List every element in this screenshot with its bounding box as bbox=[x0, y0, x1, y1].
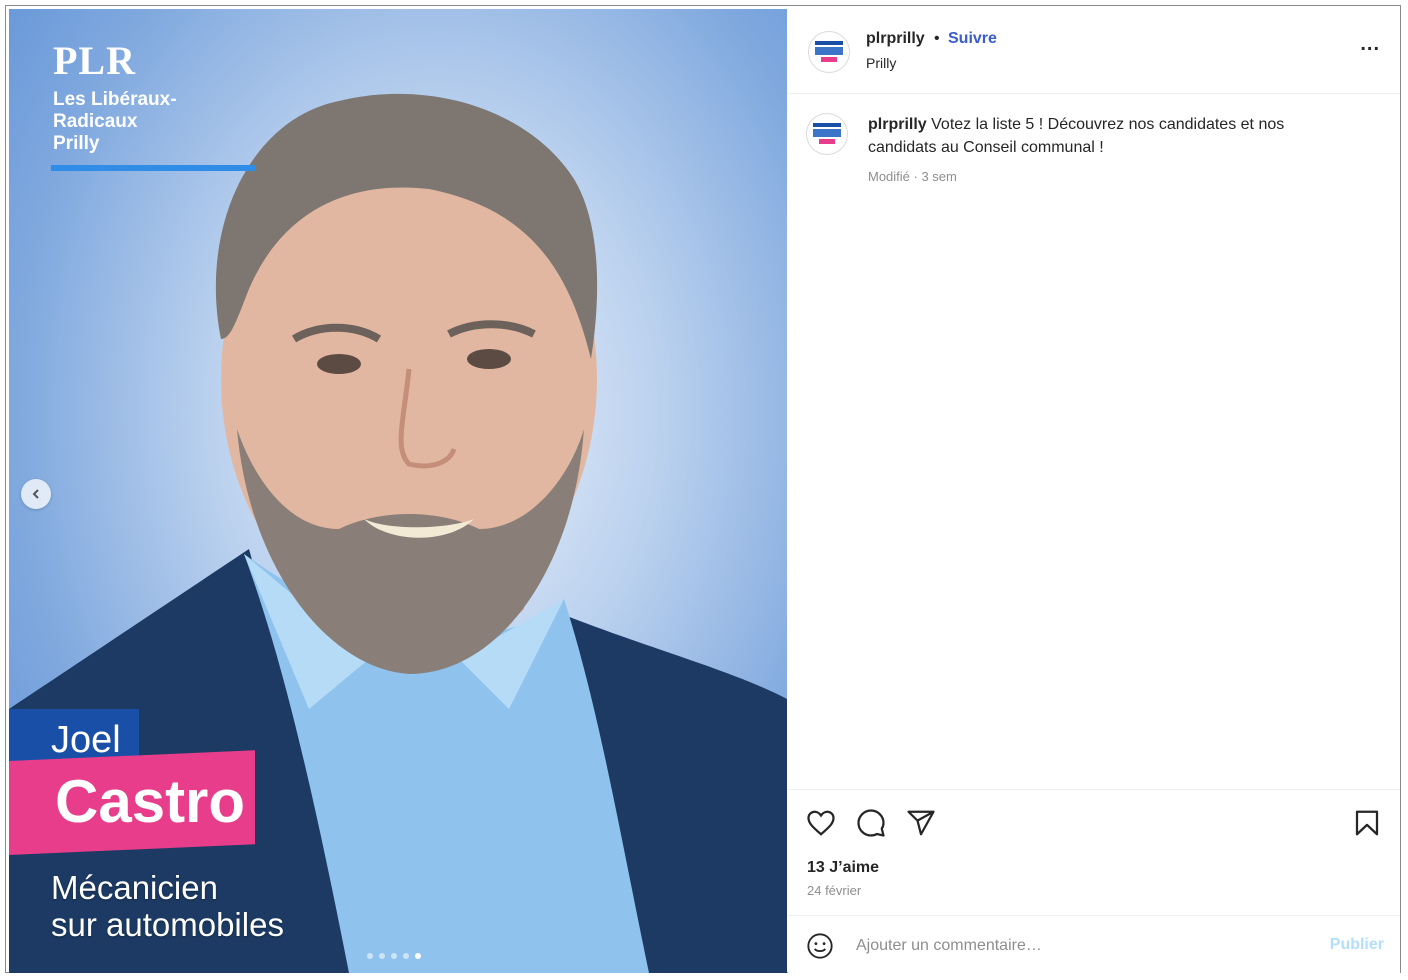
post-media: PLR Les Libéraux-Radicaux Prilly Joel Ca… bbox=[9, 9, 787, 973]
caption-username[interactable]: plrprilly bbox=[868, 116, 927, 133]
share-icon[interactable] bbox=[906, 808, 936, 838]
carousel-prev-button[interactable] bbox=[21, 479, 51, 509]
avatar[interactable] bbox=[808, 31, 850, 73]
comment-input[interactable] bbox=[854, 932, 1298, 960]
post-header: plrprilly • Suivre Prilly ... bbox=[788, 9, 1400, 94]
carousel-dot bbox=[367, 953, 373, 959]
carousel-dot bbox=[391, 953, 397, 959]
carousel-dot bbox=[403, 953, 409, 959]
logo-underline bbox=[51, 165, 255, 171]
candidate-occupation: Mécanicien sur automobiles bbox=[51, 869, 284, 943]
bookmark-icon[interactable] bbox=[1352, 808, 1382, 838]
action-bar bbox=[788, 789, 1400, 910]
candidate-last-name: Castro bbox=[9, 750, 255, 855]
post-caption: plrprilly Votez la liste 5 ! Découvrez n… bbox=[868, 113, 1338, 159]
follow-button[interactable]: Suivre bbox=[948, 30, 997, 48]
logo-name: PLR bbox=[53, 38, 136, 83]
post-panel: plrprilly • Suivre Prilly ... plrprilly … bbox=[788, 9, 1400, 973]
more-options-icon[interactable]: ... bbox=[1360, 33, 1380, 56]
header-separator: • bbox=[934, 30, 940, 47]
caption-meta: Modifié · 3 sem bbox=[868, 169, 957, 184]
logo-subtitle: Les Libéraux-Radicaux Prilly bbox=[53, 89, 177, 154]
header-username[interactable]: plrprilly bbox=[866, 30, 925, 48]
like-count[interactable]: 13 J’aime bbox=[807, 859, 879, 877]
carousel-dot bbox=[379, 953, 385, 959]
caption-avatar[interactable] bbox=[806, 113, 848, 155]
comment-bar: Publier bbox=[788, 915, 1400, 974]
post-date[interactable]: 24 février bbox=[807, 883, 861, 898]
caption-text: Votez la liste 5 ! Découvrez nos candida… bbox=[868, 116, 1285, 156]
carousel-dot-active bbox=[415, 953, 421, 959]
emoji-icon[interactable] bbox=[806, 932, 834, 960]
party-logo: PLR Les Libéraux-Radicaux Prilly bbox=[51, 41, 261, 171]
publish-button[interactable]: Publier bbox=[1330, 936, 1384, 954]
comment-icon[interactable] bbox=[856, 808, 886, 838]
chevron-left-icon bbox=[32, 489, 39, 499]
header-location[interactable]: Prilly bbox=[866, 55, 896, 71]
carousel-indicator bbox=[367, 953, 421, 959]
heart-icon[interactable] bbox=[806, 808, 836, 838]
